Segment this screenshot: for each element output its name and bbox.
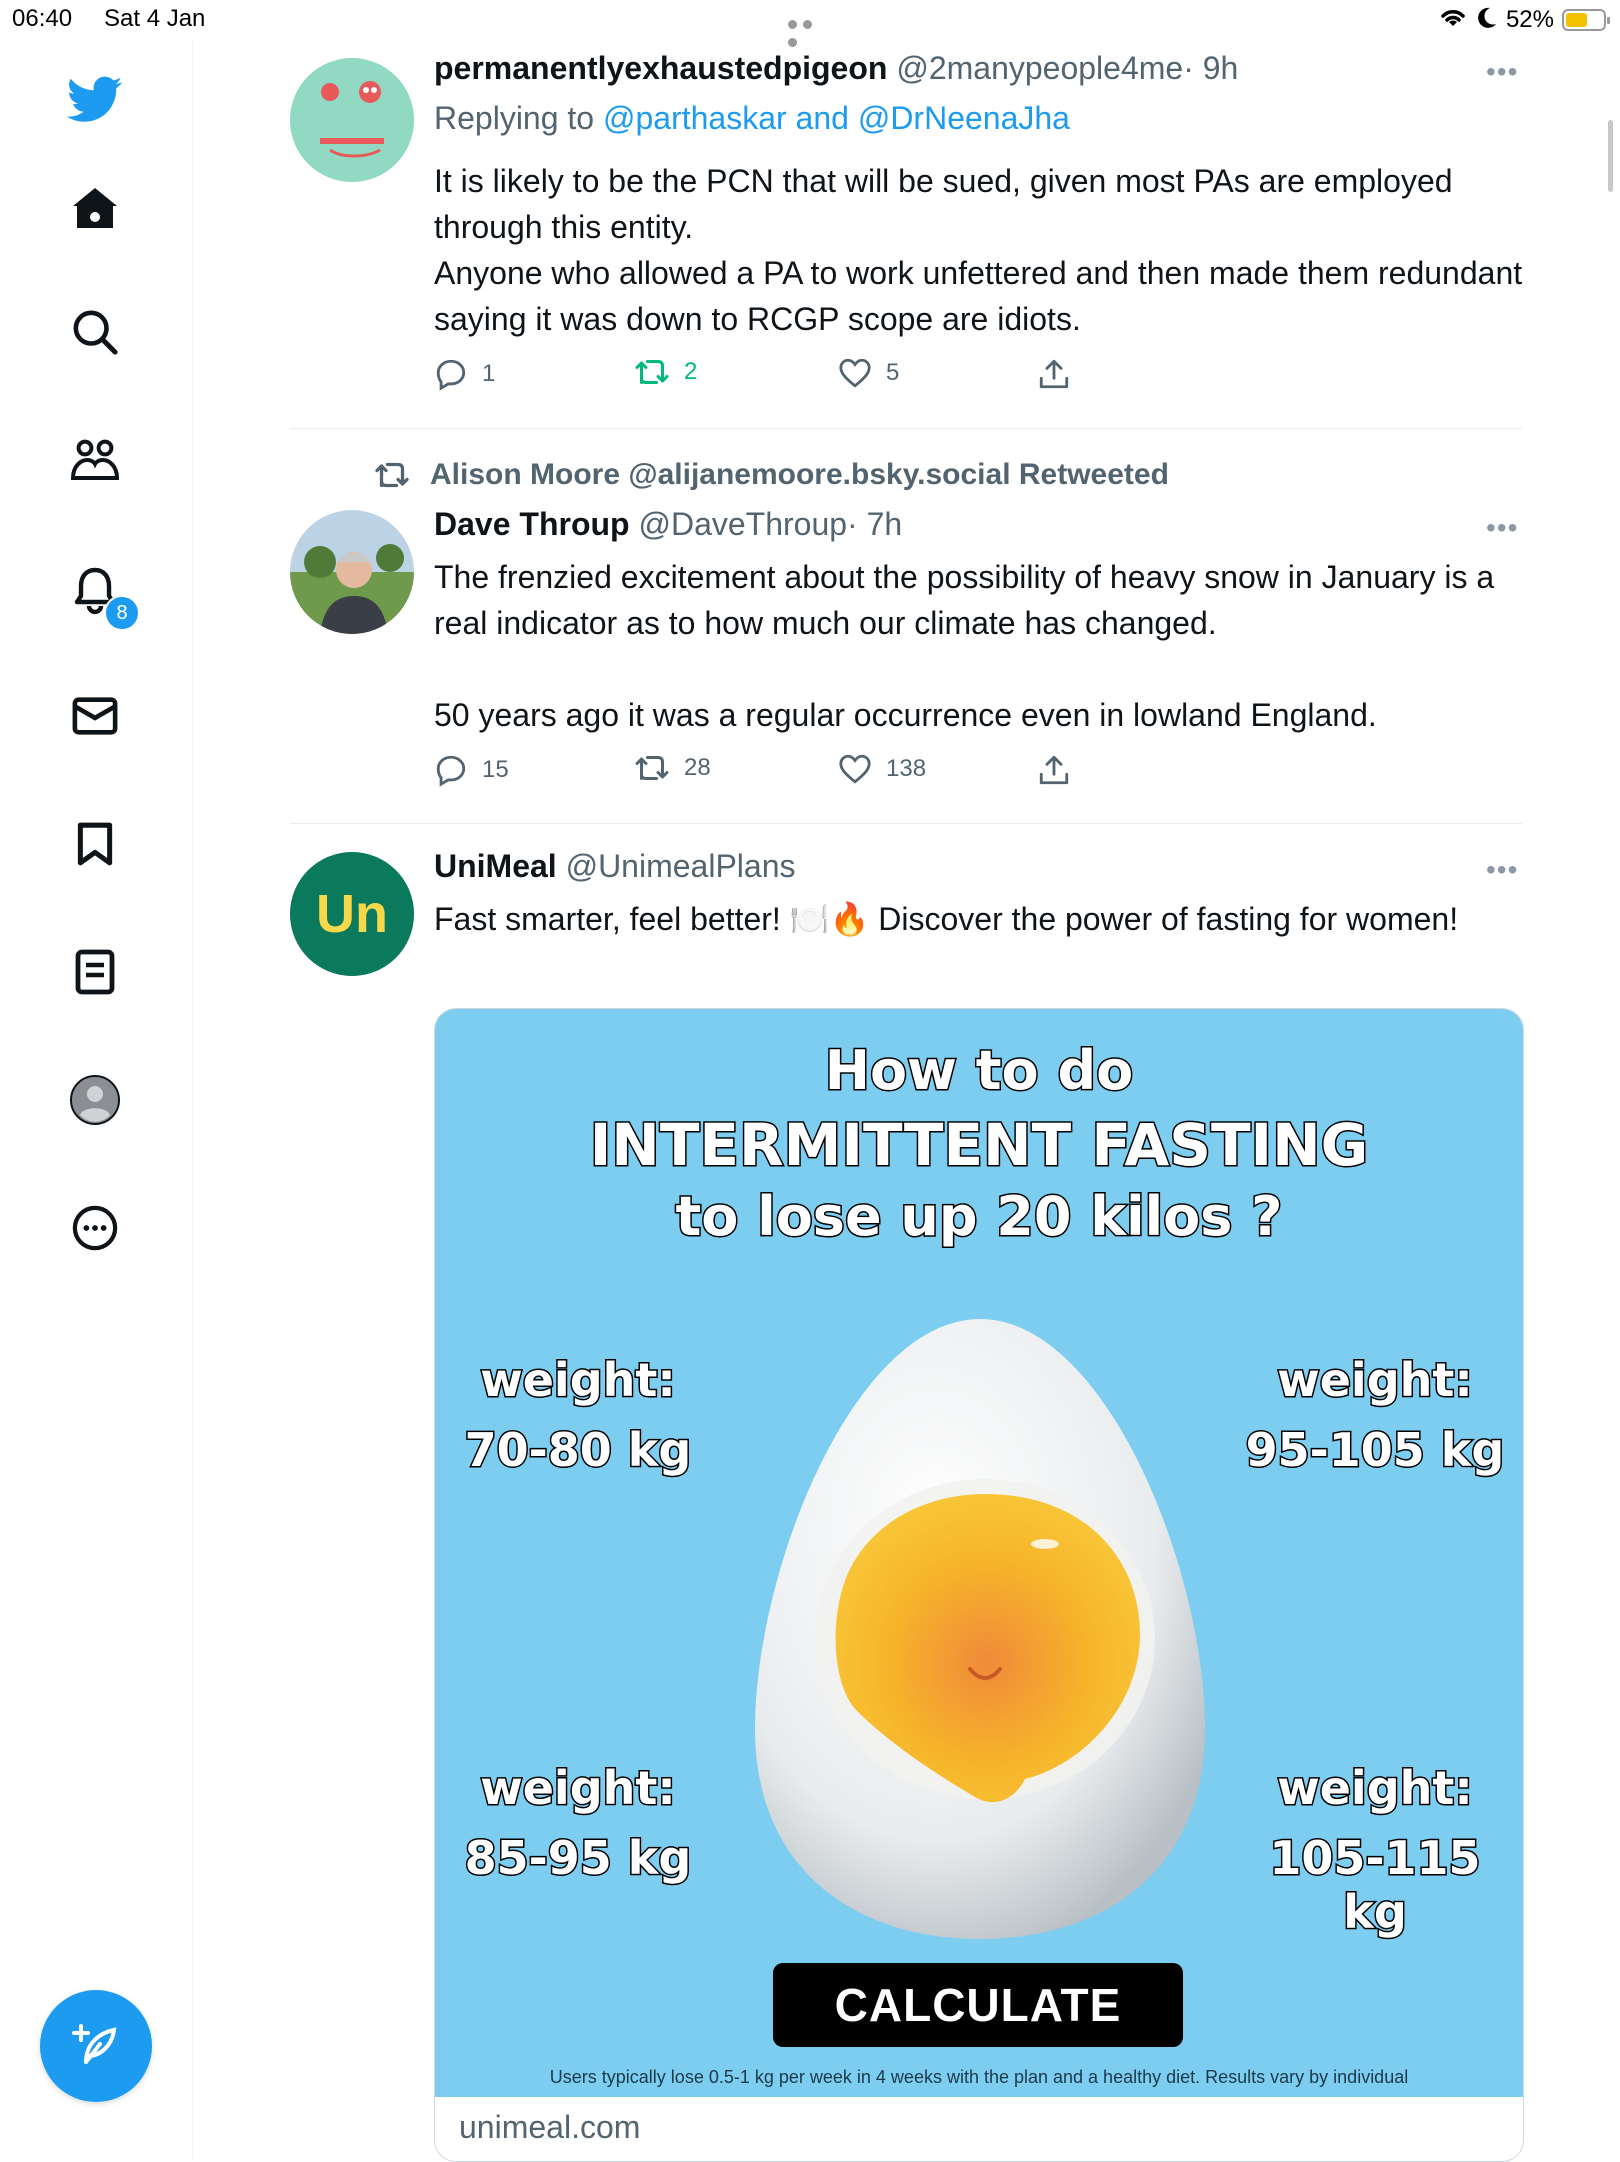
tweet-text: The frenzied excitement about the possib… — [434, 554, 1524, 738]
tweet-paragraph: Anyone who allowed a PA to work unfetter… — [434, 255, 1523, 337]
weight-label: weight: — [1276, 1352, 1475, 1409]
weight-label: weight: — [479, 1760, 678, 1817]
sidebar: 8 — [0, 40, 193, 2160]
replying-prefix: Replying to — [434, 100, 595, 136]
status-indicators: 52% — [1438, 4, 1610, 36]
heart-icon — [839, 754, 871, 784]
author-name[interactable]: Dave Throup — [434, 506, 630, 542]
envelope-icon[interactable] — [65, 686, 125, 746]
tweet-divider — [290, 823, 1522, 824]
ad-title-line: How to do — [823, 1038, 1134, 1104]
status-time: 06:40 — [12, 5, 73, 32]
wifi-icon — [1438, 6, 1468, 35]
status-bar: 06:40 Sat 4 Jan 52% — [0, 0, 1620, 47]
retweet-icon — [375, 462, 409, 488]
retweet-button[interactable]: 28 — [634, 753, 711, 783]
retweet-button[interactable]: 2 — [634, 357, 697, 387]
weight-value: 105-115 kg — [1268, 1830, 1482, 1941]
share-icon — [1039, 359, 1069, 389]
weight-value: 70-80 kg — [463, 1422, 693, 1479]
author-handle[interactable]: @2manypeople4me — [896, 50, 1183, 86]
tweet-paragraph: It is likely to be the PCN that will be … — [434, 163, 1453, 245]
tweet-time: · 9h — [1183, 50, 1239, 86]
reply-icon — [436, 359, 466, 391]
reply-button[interactable]: 15 — [434, 753, 509, 787]
ad-card[interactable]: How to do INTERMITTENT FASTING to lose u… — [434, 1008, 1524, 2162]
bookmark-icon[interactable] — [65, 814, 125, 874]
tweet-text: Fast smarter, feel better! 🍽️🔥 Discover … — [434, 896, 1524, 942]
tweet-actions: 15 28 138 — [434, 753, 1074, 793]
tweet-actions: 1 2 5 — [434, 357, 1074, 397]
like-button[interactable]: 138 — [838, 753, 926, 785]
author-name[interactable]: UniMeal — [434, 848, 557, 884]
more-options-icon[interactable]: ••• — [1486, 854, 1518, 886]
reply-button[interactable]: 1 — [434, 357, 495, 391]
tweet-header: permanentlyexhaustedpigeon @2manypeople4… — [434, 50, 1238, 87]
retweet-count: 2 — [684, 358, 698, 385]
list-icon[interactable] — [65, 942, 125, 1002]
battery-percent: 52% — [1505, 6, 1554, 33]
tweet-time: · 7h — [847, 506, 903, 542]
author-name[interactable]: permanentlyexhaustedpigeon — [434, 50, 887, 86]
reply-count: 15 — [482, 756, 509, 783]
home-icon[interactable] — [65, 178, 125, 238]
tweet-paragraph: The frenzied excitement about the possib… — [434, 559, 1495, 641]
weight-value: 85-95 kg — [463, 1830, 693, 1887]
more-options-icon[interactable]: ••• — [1486, 56, 1518, 88]
share-icon — [1039, 755, 1069, 785]
avatar[interactable] — [290, 58, 414, 182]
weight-label: weight: — [1276, 1760, 1475, 1817]
status-date: Sat 4 Jan — [104, 5, 206, 32]
tweet-divider — [290, 428, 1522, 429]
tweet-header: UniMeal @UnimealPlans — [434, 848, 795, 885]
more-options-icon[interactable]: ••• — [1486, 512, 1518, 544]
multitasking-dots-icon[interactable] — [788, 16, 832, 47]
retweet-count: 28 — [684, 754, 711, 781]
compose-button[interactable] — [40, 1990, 152, 2102]
share-button[interactable] — [1038, 753, 1070, 787]
notification-badge: 8 — [104, 595, 140, 631]
avatar-text: Un — [316, 884, 388, 944]
share-button[interactable] — [1038, 357, 1070, 391]
tweet-paragraph: Fast smarter, feel better! 🍽️🔥 Discover … — [434, 901, 1459, 937]
scrollbar[interactable] — [1608, 120, 1613, 192]
weight-value: 95-105 kg — [1244, 1422, 1506, 1479]
heart-icon — [839, 358, 871, 388]
calculate-button[interactable]: CALCULATE — [773, 1963, 1183, 2047]
replying-mentions[interactable]: @parthaskar and @DrNeenaJha — [603, 100, 1070, 136]
more-icon[interactable] — [65, 1198, 125, 1258]
author-handle[interactable]: @DaveThroup — [638, 506, 847, 542]
tweet-paragraph: 50 years ago it was a regular occurrence… — [434, 697, 1377, 733]
people-icon[interactable] — [65, 430, 125, 490]
ad-title-line: to lose up 20 kilos ? — [674, 1184, 1284, 1250]
battery-icon — [1562, 9, 1610, 31]
ad-image[interactable]: How to do INTERMITTENT FASTING to lose u… — [435, 1009, 1523, 2097]
retweeted-by: Alison Moore @alijanemoore.bsky.social R… — [372, 458, 1169, 492]
egg-illustration — [755, 1319, 1205, 1939]
author-handle[interactable]: @UnimealPlans — [566, 848, 796, 884]
ad-disclaimer: Users typically lose 0.5-1 kg per week i… — [549, 2067, 1409, 2087]
replying-to: Replying to @parthaskar and @DrNeenaJha — [434, 100, 1070, 137]
compose-icon — [72, 2024, 117, 2064]
avatar[interactable] — [290, 510, 414, 634]
bird-icon[interactable] — [65, 70, 125, 130]
tweet-header: Dave Throup @DaveThroup· 7h — [434, 506, 902, 543]
card-domain[interactable]: unimeal.com — [459, 2109, 640, 2146]
retweeted-by-text[interactable]: Alison Moore @alijanemoore.bsky.social R… — [430, 458, 1169, 492]
like-count: 5 — [886, 359, 900, 386]
retweet-icon — [635, 360, 669, 384]
retweet-icon — [635, 756, 669, 780]
search-icon[interactable] — [65, 302, 125, 362]
tweet-text: It is likely to be the PCN that will be … — [434, 158, 1524, 342]
avatar[interactable]: Un — [290, 852, 414, 976]
avatar-icon[interactable] — [65, 1070, 125, 1130]
weight-label: weight: — [479, 1352, 678, 1409]
ad-title-line: INTERMITTENT FASTING — [588, 1110, 1370, 1181]
reply-count: 1 — [482, 360, 496, 387]
reply-icon — [436, 755, 466, 787]
moon-icon — [1476, 6, 1498, 35]
like-button[interactable]: 5 — [838, 357, 899, 389]
like-count: 138 — [886, 755, 927, 782]
